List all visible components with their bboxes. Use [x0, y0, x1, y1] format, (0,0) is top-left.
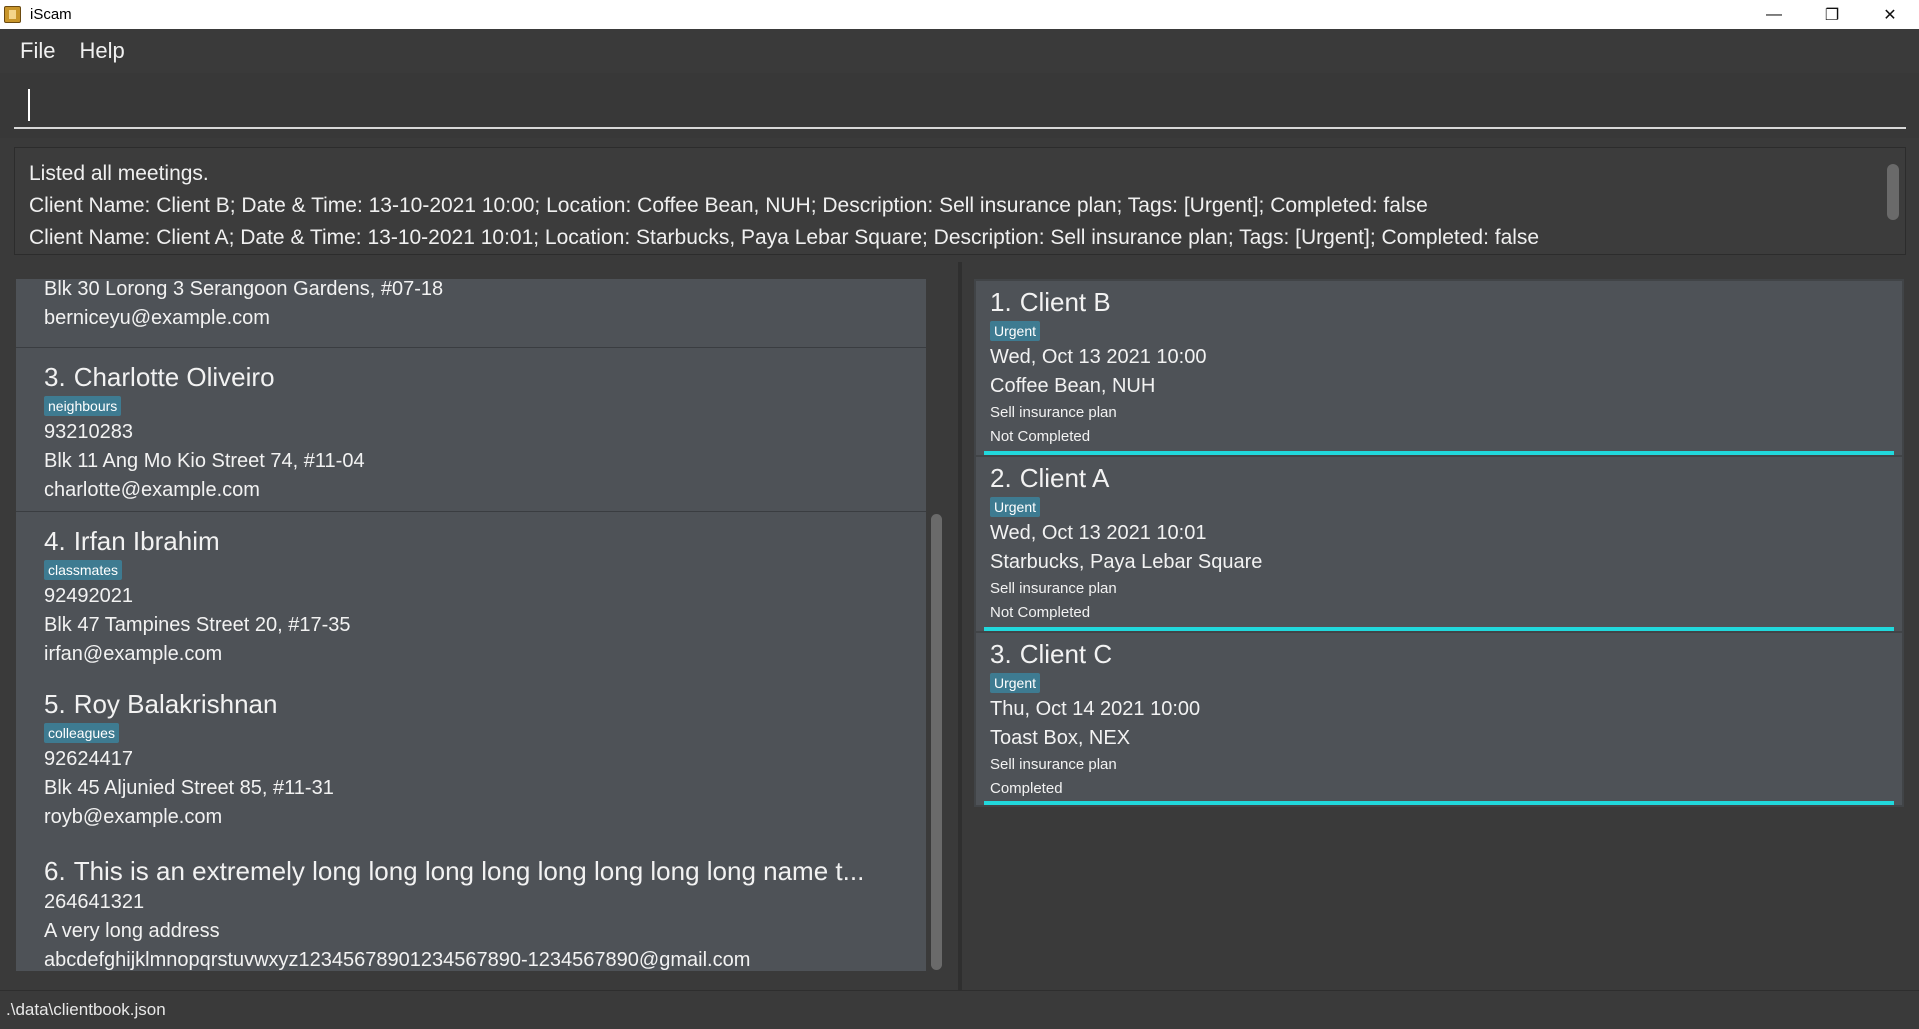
- meeting-status: Not Completed: [990, 428, 1091, 445]
- meeting-card[interactable]: 2. Client A Urgent Wed, Oct 13 2021 10:01…: [976, 457, 1902, 631]
- meeting-datetime: Wed, Oct 13 2021 10:00: [990, 346, 1207, 368]
- meeting-index: 3.: [990, 639, 1012, 669]
- client-index: 4.: [44, 526, 66, 556]
- client-name-text: This is an extremely long long long long…: [73, 856, 865, 886]
- meeting-index: 2.: [990, 463, 1012, 493]
- client-email: irfan@example.com: [44, 643, 223, 665]
- app-logo-icon: [4, 6, 21, 23]
- title-bar[interactable]: iScam — ❐ ✕: [0, 0, 1919, 29]
- meeting-card-underline: [984, 451, 1894, 455]
- lists-area: Blk 30 Lorong 3 Serangoon Gardens, #07-1…: [0, 262, 1919, 990]
- client-phone: 93210283: [44, 421, 133, 443]
- meeting-location: Starbucks, Paya Lebar Square: [990, 551, 1263, 573]
- text-caret: [28, 89, 30, 121]
- meeting-tag: Urgent: [990, 321, 1041, 341]
- meeting-name-text: Client C: [1019, 639, 1113, 669]
- meeting-name-text: Client A: [1019, 463, 1110, 493]
- client-email: charlotte@example.com: [44, 479, 260, 501]
- meeting-card[interactable]: 3. Client C Urgent Thu, Oct 14 2021 10:00…: [976, 633, 1902, 805]
- status-bar: .\data\clientbook.json: [0, 990, 1919, 1029]
- meeting-status: Not Completed: [990, 604, 1091, 621]
- result-display-area: Listed all meetings. Client Name: Client…: [0, 138, 1919, 262]
- meeting-description: Sell insurance plan: [990, 404, 1117, 421]
- command-input[interactable]: [14, 87, 1906, 129]
- client-phone: 264641321: [44, 891, 145, 913]
- client-address: Blk 30 Lorong 3 Serangoon Gardens, #07-1…: [44, 279, 444, 300]
- client-phone: 92492021: [44, 585, 133, 607]
- restore-icon[interactable]: ❐: [1803, 0, 1861, 29]
- meeting-list[interactable]: 1. Client B Urgent Wed, Oct 13 2021 10:00…: [974, 279, 1904, 807]
- client-index: 3.: [44, 362, 66, 392]
- meeting-card[interactable]: 1. Client B Urgent Wed, Oct 13 2021 10:00…: [976, 281, 1902, 455]
- client-name-text: Roy Balakrishnan: [73, 689, 278, 719]
- client-tag: colleagues: [44, 723, 119, 743]
- client-email: royb@example.com: [44, 806, 223, 828]
- client-index: 6.: [44, 856, 66, 886]
- result-display[interactable]: Listed all meetings. Client Name: Client…: [14, 147, 1906, 255]
- close-icon[interactable]: ✕: [1861, 0, 1919, 29]
- client-address: A very long address: [44, 920, 220, 942]
- client-address: Blk 47 Tampines Street 20, #17-35: [44, 614, 351, 636]
- client-name: 6. This is an extremely long long long lo…: [44, 854, 898, 888]
- client-card[interactable]: 5. Roy Balakrishnan colleagues 92624417 B…: [16, 677, 926, 840]
- client-name: 4. Irfan Ibrahim: [44, 524, 898, 558]
- client-name-text: Charlotte Oliveiro: [73, 362, 275, 392]
- client-index: 5.: [44, 689, 66, 719]
- meeting-client-name: 3. Client C: [990, 633, 1888, 671]
- minimize-icon[interactable]: —: [1745, 0, 1803, 29]
- meeting-tag: Urgent: [990, 497, 1041, 517]
- app-window: iScam — ❐ ✕ File Help Listed all meeting…: [0, 0, 1919, 1029]
- client-list[interactable]: Blk 30 Lorong 3 Serangoon Gardens, #07-1…: [16, 279, 926, 971]
- meeting-card-underline: [984, 627, 1894, 631]
- meeting-name-text: Client B: [1019, 287, 1111, 317]
- client-card[interactable]: 6. This is an extremely long long long lo…: [16, 840, 926, 971]
- result-line: Client Name: Client B; Date & Time: 13-1…: [29, 194, 1428, 217]
- menu-bar: File Help: [0, 29, 1919, 73]
- window-controls: — ❐ ✕: [1745, 0, 1919, 29]
- meeting-index: 1.: [990, 287, 1012, 317]
- result-scrollbar[interactable]: [1887, 164, 1899, 220]
- menu-help[interactable]: Help: [67, 38, 136, 64]
- client-card[interactable]: Blk 30 Lorong 3 Serangoon Gardens, #07-1…: [16, 279, 926, 347]
- client-tag: neighbours: [44, 396, 122, 416]
- meeting-description: Sell insurance plan: [990, 756, 1117, 773]
- meeting-location: Toast Box, NEX: [990, 727, 1131, 749]
- meeting-description: Sell insurance plan: [990, 580, 1117, 597]
- window-title: iScam: [30, 6, 72, 23]
- client-name-text: Irfan Ibrahim: [73, 526, 220, 556]
- meeting-client-name: 1. Client B: [990, 281, 1888, 319]
- client-list-scrollbar-thumb[interactable]: [931, 514, 942, 970]
- meeting-status: Completed: [990, 780, 1063, 797]
- client-address: Blk 45 Aljunied Street 85, #11-31: [44, 777, 334, 799]
- data-file-path: .\data\clientbook.json: [6, 1000, 166, 1019]
- client-name: 5. Roy Balakrishnan: [44, 687, 898, 721]
- meeting-datetime: Wed, Oct 13 2021 10:01: [990, 522, 1207, 544]
- client-email: abcdefghijklmnopqrstuvwxyz12345678901234…: [44, 949, 751, 971]
- meeting-tag: Urgent: [990, 673, 1041, 693]
- meeting-location: Coffee Bean, NUH: [990, 375, 1156, 397]
- meeting-client-name: 2. Client A: [990, 457, 1888, 495]
- client-card[interactable]: 3. Charlotte Oliveiro neighbours 93210283…: [16, 347, 926, 511]
- result-line: Listed all meetings.: [29, 162, 209, 185]
- result-line: Client Name: Client A; Date & Time: 13-1…: [29, 226, 1540, 249]
- client-name: 3. Charlotte Oliveiro: [44, 360, 898, 394]
- split-pane-divider[interactable]: [958, 262, 962, 990]
- client-card[interactable]: 4. Irfan Ibrahim classmates 92492021 Blk …: [16, 511, 926, 677]
- client-address: Blk 11 Ang Mo Kio Street 74, #11-04: [44, 450, 365, 472]
- client-list-content: Blk 30 Lorong 3 Serangoon Gardens, #07-1…: [16, 279, 926, 971]
- client-tag: classmates: [44, 560, 123, 580]
- meeting-datetime: Thu, Oct 14 2021 10:00: [990, 698, 1201, 720]
- meeting-card-underline: [984, 801, 1894, 805]
- client-email: berniceyu@example.com: [44, 307, 270, 329]
- menu-file[interactable]: File: [8, 38, 67, 64]
- client-phone: 92624417: [44, 748, 133, 770]
- command-box: [0, 73, 1919, 138]
